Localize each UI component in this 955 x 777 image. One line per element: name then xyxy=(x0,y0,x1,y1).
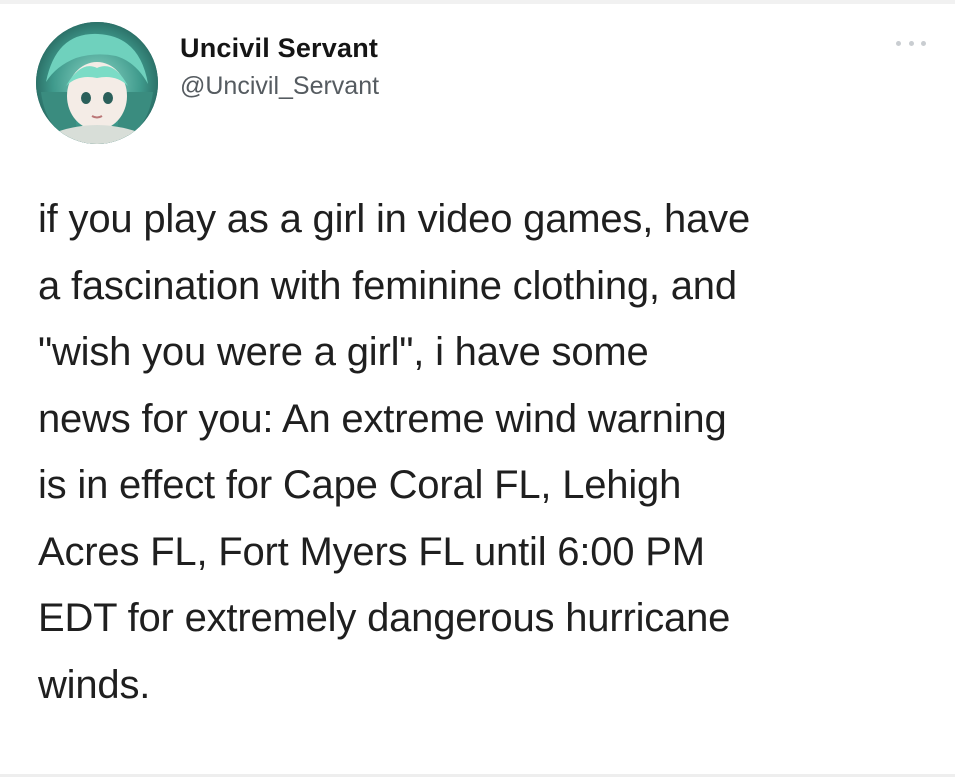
dot xyxy=(908,40,914,46)
tweet-body: if you play as a girl in video games, ha… xyxy=(38,186,933,718)
dot xyxy=(921,40,926,46)
author-display-name[interactable]: Uncivil Servant xyxy=(180,32,379,64)
tweet-line: Acres FL, Fort Myers FL until 6:00 PM xyxy=(38,529,705,574)
tweet-line: winds. xyxy=(38,662,151,707)
anime-character-avatar-icon xyxy=(36,22,158,144)
tweet-line: is in effect for Cape Coral FL, Lehigh xyxy=(38,463,682,507)
avatar[interactable] xyxy=(36,22,158,144)
ellipsis-icon[interactable] xyxy=(896,38,926,48)
author-names: Uncivil Servant @Uncivil_Servant xyxy=(180,32,379,102)
tweet-line: if you play as a girl in video games, ha… xyxy=(38,197,750,241)
tweet-line: a fascination with feminine clothing, an… xyxy=(38,263,737,308)
tweet-card: Uncivil Servant @Uncivil_Servant if you … xyxy=(0,0,955,777)
tweet-header: Uncivil Servant @Uncivil_Servant xyxy=(36,14,926,144)
dot xyxy=(896,40,901,46)
tweet-line: EDT for extremely dangerous hurricane xyxy=(38,596,731,640)
author-handle[interactable]: @Uncivil_Servant xyxy=(180,70,379,102)
tweet-line: news for you: An extreme wind warning xyxy=(38,396,727,441)
tweet-line: "wish you were a girl", i have some xyxy=(38,330,649,374)
